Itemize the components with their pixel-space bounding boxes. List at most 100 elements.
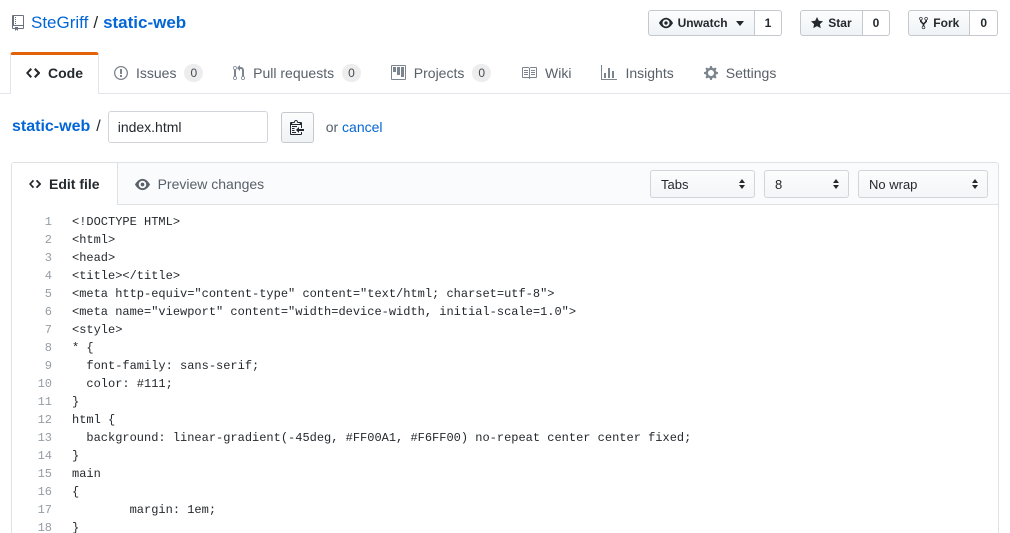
tab-edit-file-label: Edit file [49, 176, 100, 192]
nav-tab-settings-label: Settings [725, 65, 777, 81]
editor-header: Edit file Preview changes Tabs 8 No wrap [12, 163, 998, 205]
line-number: 6 [44, 305, 52, 319]
code-line[interactable]: 16 { [12, 483, 998, 501]
editor-controls: Tabs 8 No wrap [650, 163, 998, 205]
book-icon [521, 65, 538, 81]
select-caret-icon [739, 179, 745, 189]
line-number: 15 [37, 467, 52, 481]
code-line[interactable]: 1 <!DOCTYPE HTML> [12, 213, 998, 231]
code-line[interactable]: 3 <head> [12, 249, 998, 267]
line-content: html { [72, 413, 116, 427]
star-button-group: Star 0 [800, 10, 891, 36]
repo-icon [12, 15, 24, 31]
code-line[interactable]: 2 <html> [12, 231, 998, 249]
file-editor: Edit file Preview changes Tabs 8 No wrap… [11, 162, 999, 533]
clipboard-icon [290, 119, 305, 135]
tab-preview-changes[interactable]: Preview changes [118, 163, 282, 205]
nav-tab-insights-label: Insights [625, 65, 674, 81]
star-button[interactable]: Star [800, 10, 863, 36]
line-number: 13 [37, 431, 52, 445]
line-number: 4 [44, 269, 52, 283]
line-content: <head> [72, 251, 116, 265]
indent-mode-select[interactable]: Tabs [650, 170, 755, 198]
fork-count[interactable]: 0 [970, 10, 998, 36]
or-cancel: or cancel [326, 119, 383, 135]
code-line[interactable]: 9 font-family: sans-serif; [12, 357, 998, 375]
code-line[interactable]: 7 <style> [12, 321, 998, 339]
code-line[interactable]: 14} [12, 447, 998, 465]
nav-tab-wiki[interactable]: Wiki [506, 52, 586, 94]
unwatch-button[interactable]: Unwatch [647, 10, 755, 36]
nav-tab-projects-label: Projects [413, 65, 465, 81]
code-line[interactable]: 10 color: #111; [12, 375, 998, 393]
nav-tab-projects-count: 0 [472, 64, 492, 82]
line-content: { [72, 485, 80, 499]
code-editor-area[interactable]: 1 <!DOCTYPE HTML> 2 <html> 3 <head> 4 <title></… [12, 205, 998, 533]
code-line[interactable]: 17 margin: 1em; [12, 501, 998, 519]
code-line[interactable]: 5 <meta http-equiv="content-type" content… [12, 285, 998, 303]
line-number: 5 [44, 287, 52, 301]
nav-tab-projects[interactable]: Projects 0 [376, 52, 506, 94]
code-line[interactable]: 4 <title></title> [12, 267, 998, 285]
fork-icon [919, 16, 929, 30]
star-count[interactable]: 0 [862, 10, 891, 36]
repo-header: SteGriff / static-web Unwatch 1 Star 0 Fork 0 [0, 0, 1010, 36]
repo-nav: Code Issues 0 Pull requests 0 Projects 0 Wiki In… [0, 52, 1010, 94]
fork-icon [919, 16, 929, 30]
repo-owner-link[interactable]: SteGriff [31, 10, 88, 36]
code-line[interactable]: 11} [12, 393, 998, 411]
fork-button[interactable]: Fork [908, 10, 971, 36]
code-line[interactable]: 13 background: linear-gradient(-45deg, #… [12, 429, 998, 447]
cancel-link[interactable]: cancel [342, 119, 382, 135]
line-number: 11 [37, 395, 52, 409]
unwatch-count[interactable]: 1 [754, 10, 783, 36]
line-number: 18 [37, 521, 52, 533]
line-content: <!DOCTYPE HTML> [72, 215, 181, 229]
code-line[interactable]: 6 <meta name="viewport" content="width=de… [12, 303, 998, 321]
code-line[interactable]: 18} [12, 519, 998, 533]
unwatch-button-group: Unwatch 1 [647, 10, 783, 36]
nav-tab-settings[interactable]: Settings [689, 52, 792, 94]
breadcrumb-repo-link[interactable]: static-web [12, 118, 90, 136]
fork-label: Fork [933, 16, 960, 30]
pull-request-icon [233, 65, 246, 81]
graph-icon [601, 65, 618, 81]
eye-icon [658, 17, 673, 29]
nav-tab-pull-requests-label: Pull requests [253, 65, 335, 81]
repo-name-link[interactable]: static-web [103, 10, 186, 36]
nav-tab-issues-label: Issues [136, 65, 177, 81]
line-number: 7 [44, 323, 52, 337]
tab-preview-changes-label: Preview changes [157, 176, 265, 192]
code-line[interactable]: 8 * { [12, 339, 998, 357]
filename-input[interactable] [107, 111, 268, 143]
indent-size-select[interactable]: 8 [764, 170, 849, 198]
line-number: 8 [44, 341, 52, 355]
nav-tab-insights[interactable]: Insights [586, 52, 688, 94]
issue-icon [114, 65, 128, 81]
line-content: font-family: sans-serif; [72, 359, 260, 373]
tab-edit-file[interactable]: Edit file [12, 163, 118, 205]
unwatch-label: Unwatch [677, 16, 728, 30]
line-number: 12 [37, 413, 52, 427]
nav-tab-wiki-label: Wiki [545, 65, 572, 81]
select-caret-icon [972, 179, 978, 189]
select-caret-icon [833, 179, 839, 189]
line-number: 16 [37, 485, 52, 499]
nav-tab-code-label: Code [48, 65, 83, 81]
line-content: color: #111; [72, 377, 173, 391]
repo-actions: Unwatch 1 Star 0 Fork 0 [647, 10, 998, 36]
nav-tab-pull-requests[interactable]: Pull requests 0 [218, 52, 376, 94]
project-icon [390, 65, 406, 81]
line-content: * { [72, 341, 94, 355]
nav-tab-issues-count: 0 [184, 64, 204, 82]
copy-path-button[interactable] [280, 111, 314, 143]
code-icon [26, 68, 40, 78]
code-line[interactable]: 15 main [12, 465, 998, 483]
wrap-mode-select[interactable]: No wrap [858, 170, 988, 198]
nav-tab-code[interactable]: Code [10, 52, 99, 94]
line-content: main [72, 467, 101, 481]
nav-tab-issues[interactable]: Issues 0 [99, 52, 218, 94]
code-line[interactable]: 12 html { [12, 411, 998, 429]
code-icon [29, 177, 41, 191]
breadcrumb: static-web / or cancel [0, 94, 1010, 143]
